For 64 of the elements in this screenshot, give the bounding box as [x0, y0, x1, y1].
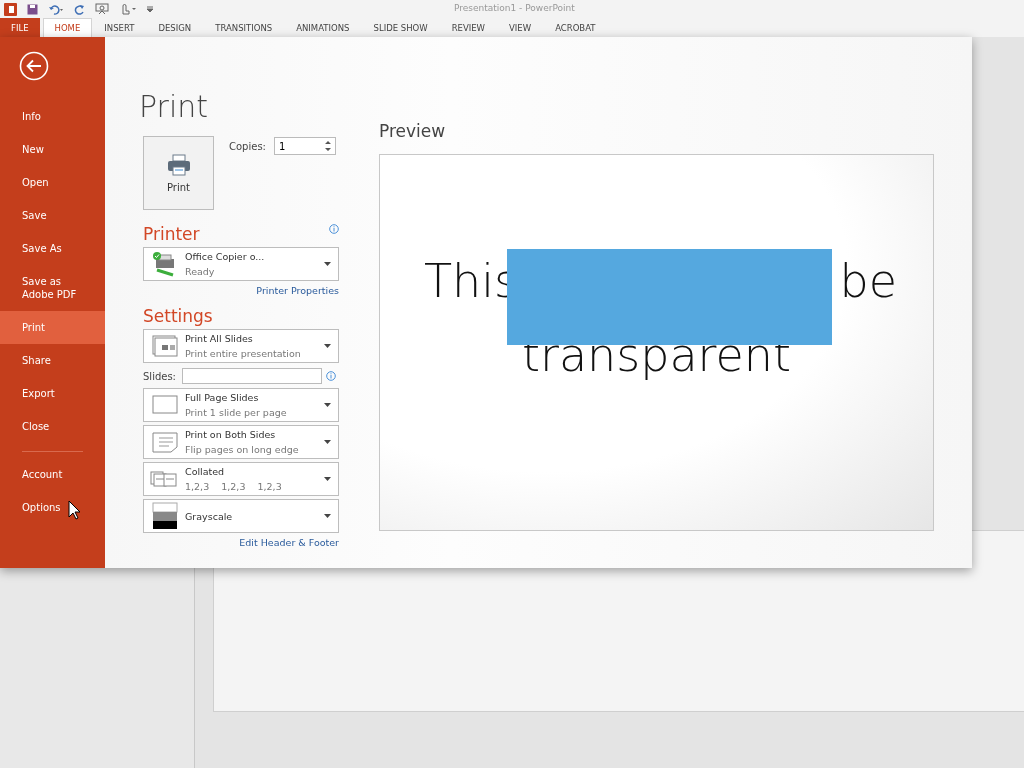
slide-text: transparent [521, 329, 791, 381]
section-heading: Settings [143, 306, 213, 326]
caret-icon [324, 343, 332, 349]
printer-properties-link[interactable]: Printer Properties [256, 285, 339, 296]
settings-dropdown[interactable]: Print on Both Sides Flip pages on long edge [143, 425, 339, 459]
caret-icon [324, 261, 332, 267]
printer-dropdown[interactable]: Office Copier o... Ready [143, 247, 339, 281]
nav-item[interactable]: Save As [0, 232, 105, 265]
nav-item[interactable]: Share [0, 344, 105, 377]
nav-item[interactable]: Save [0, 199, 105, 232]
ribbon-tab[interactable]: DESIGN [146, 18, 204, 37]
settings-dropdown[interactable]: Grayscale [143, 499, 339, 533]
mouse-pointer-icon [68, 500, 81, 520]
info-icon[interactable] [326, 371, 336, 381]
nav-item[interactable]: Open [0, 166, 105, 199]
ribbon-tab[interactable]: HOME [42, 18, 93, 37]
collated-pages-icon [149, 471, 180, 487]
caret-icon [324, 513, 332, 519]
copies-label: Copies: [229, 140, 266, 152]
settings-dropdown[interactable]: Print All Slides Print entire presentation [143, 329, 339, 363]
slide-text: be [839, 255, 897, 307]
presenter-icon[interactable] [95, 3, 109, 15]
slides-field[interactable] [182, 368, 322, 384]
edit-header-footer-link[interactable]: Edit Header & Footer [239, 537, 339, 548]
grayscale-icon [151, 502, 178, 530]
slides-label: Slides: [143, 370, 176, 382]
nav-item[interactable]: Options [0, 491, 105, 524]
info-icon[interactable] [329, 224, 339, 234]
ribbon-tab[interactable]: REVIEW [439, 18, 497, 37]
ribbon-tab[interactable]: VIEW [497, 18, 544, 37]
ribbon-tab[interactable]: SLIDE SHOW [361, 18, 440, 37]
nav-item[interactable]: New [0, 133, 105, 166]
settings-dropdown[interactable]: Collated 1,2,3 1,2,3 1,2,3 [143, 462, 339, 496]
customize-icon[interactable] [147, 5, 153, 13]
nav-item[interactable]: Close [0, 410, 105, 443]
undo-icon[interactable] [48, 3, 64, 15]
redo-icon[interactable] [74, 3, 85, 15]
nav-item[interactable]: Export [0, 377, 105, 410]
nav-item[interactable]: Info [0, 100, 105, 133]
file-tab[interactable]: FILE [0, 18, 40, 37]
save-icon[interactable] [27, 3, 38, 15]
printer-icon [166, 153, 191, 176]
preview-heading: Preview [379, 121, 447, 141]
print-button[interactable]: Print [143, 136, 214, 210]
nav-item[interactable]: Account [0, 458, 105, 491]
two-sided-page-icon [150, 431, 179, 453]
settings-dropdown[interactable]: Full Page Slides Print 1 slide per page [143, 388, 339, 422]
window-title: Presentation1 - PowerPoint [454, 3, 575, 13]
ribbon-tab[interactable]: INSERT [92, 18, 147, 37]
ribbon-tab[interactable]: ACROBAT [543, 18, 608, 37]
caret-icon [324, 402, 332, 408]
nav-item[interactable]: Save as Adobe PDF [0, 265, 105, 311]
caret-icon [324, 476, 332, 482]
caret-icon [324, 439, 332, 445]
app-logo-icon[interactable] [4, 2, 17, 16]
copies-spinner[interactable]: 1 [273, 137, 336, 155]
nav-item[interactable]: Print [0, 311, 105, 344]
section-heading: Printer [143, 224, 200, 244]
slides-stack-icon [151, 335, 178, 357]
page-icon [151, 395, 178, 415]
ribbon-tab[interactable]: TRANSITIONS [203, 18, 285, 37]
page-title: Print [139, 89, 209, 124]
ribbon-tab[interactable]: ANIMATIONS [284, 18, 362, 37]
spin-arrows-icon[interactable] [324, 140, 331, 152]
